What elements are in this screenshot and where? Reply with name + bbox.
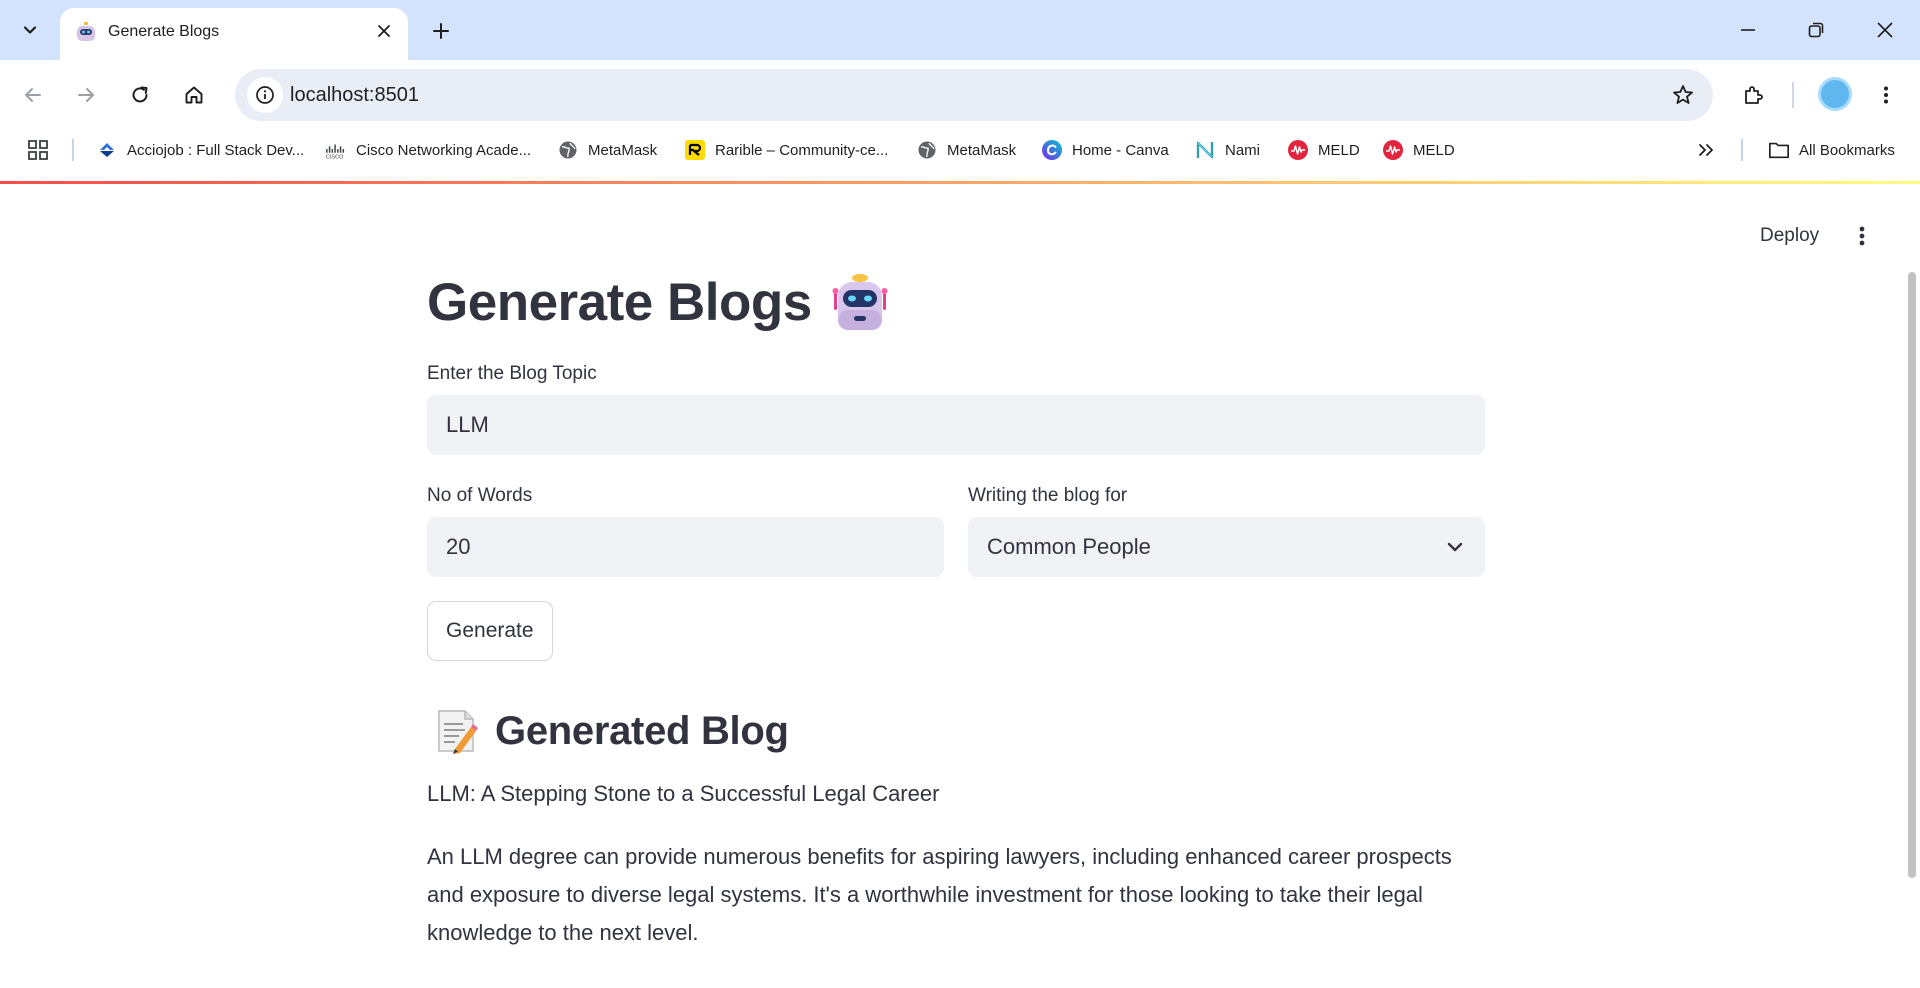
meld-icon	[1382, 139, 1404, 161]
acciojob-icon	[96, 139, 118, 161]
arrow-left-icon	[25, 88, 41, 102]
home-button[interactable]	[174, 75, 214, 115]
plus-icon	[433, 23, 449, 39]
topic-input[interactable]: LLM	[427, 395, 1485, 455]
bookmark-label: MELD	[1318, 141, 1360, 159]
star-icon	[1673, 85, 1693, 104]
bookmarks-bar: Acciojob : Full Stack Dev... CISCO Cisco…	[0, 130, 1920, 170]
extensions-button[interactable]	[1734, 75, 1774, 115]
address-bar[interactable]: localhost:8501	[235, 69, 1713, 121]
info-icon	[256, 86, 274, 104]
blog-body: An LLM degree can provide numerous benef…	[427, 844, 1452, 945]
generate-button[interactable]: Generate	[427, 601, 553, 661]
topic-label: Enter the Blog Topic	[427, 363, 597, 384]
double-chevron-right-icon	[1699, 144, 1713, 156]
active-tab[interactable]: Generate Blogs	[60, 8, 408, 60]
words-label: No of Words	[427, 485, 533, 506]
bookmark-label: Acciojob : Full Stack Dev...	[127, 141, 305, 159]
page-title: Generate Blogs	[427, 260, 1485, 345]
forward-button[interactable]	[66, 75, 106, 115]
main-menu-button[interactable]	[1844, 220, 1880, 252]
browser-toolbar: localhost:8501	[0, 60, 1920, 130]
audience-label: Writing the blog for	[968, 485, 1128, 506]
bookmark-cisco[interactable]: CISCO Cisco Networking Acade...	[325, 138, 531, 162]
bookmark-label: MetaMask	[588, 141, 658, 159]
back-button[interactable]	[13, 75, 53, 115]
bookmark-rarible[interactable]: Rarible – Community-ce...	[684, 138, 888, 162]
cisco-icon: CISCO	[325, 139, 347, 161]
blog-title: LLM: A Stepping Stone to a Successful Le…	[427, 781, 940, 806]
svg-text:CISCO: CISCO	[326, 155, 344, 160]
bookmark-label: MELD	[1413, 141, 1455, 159]
meld-icon	[1287, 139, 1309, 161]
folder-icon	[1768, 139, 1790, 161]
close-window-button[interactable]	[1860, 10, 1910, 50]
url-text[interactable]: localhost:8501	[290, 84, 419, 107]
puzzle-icon	[1745, 86, 1763, 104]
all-bookmarks-label: All Bookmarks	[1799, 141, 1895, 159]
bookmark-acciojob[interactable]: Acciojob : Full Stack Dev...	[96, 138, 304, 162]
bookmark-meld-2[interactable]: MELD	[1382, 138, 1455, 162]
chevron-down-icon	[1447, 542, 1463, 552]
audience-select[interactable]: Common People	[968, 517, 1485, 577]
tab-search-button[interactable]	[10, 12, 50, 48]
arrow-right-icon	[78, 88, 94, 102]
canva-icon	[1041, 139, 1063, 161]
bookmark-meld[interactable]: MELD	[1287, 138, 1360, 162]
restore-icon	[1808, 22, 1824, 38]
tab-title: Generate Blogs	[108, 23, 220, 40]
browser-menu-button[interactable]	[1866, 75, 1906, 115]
memo-emoji-icon	[438, 710, 478, 754]
new-tab-button[interactable]	[424, 14, 458, 48]
tab-close-button[interactable]	[370, 17, 398, 45]
more-vertical-icon	[1859, 226, 1865, 246]
generated-blog-heading-text: Generated Blog	[495, 708, 789, 753]
generated-blog-heading: Generated Blog	[427, 701, 1485, 761]
header-decoration	[0, 181, 1920, 184]
chevron-down-icon	[23, 26, 37, 34]
bookmark-metamask-2[interactable]: MetaMask	[916, 138, 1016, 162]
minimize-button[interactable]	[1723, 10, 1773, 50]
bookmark-nami[interactable]: Nami	[1194, 138, 1260, 162]
reload-icon	[132, 86, 148, 103]
page-title-text: Generate Blogs	[427, 273, 812, 332]
site-info-button[interactable]	[247, 77, 283, 113]
all-bookmarks-button[interactable]: All Bookmarks	[1768, 138, 1895, 162]
reload-button[interactable]	[120, 75, 160, 115]
deploy-button[interactable]: Deploy	[1744, 220, 1835, 252]
profile-avatar[interactable]	[1818, 77, 1852, 111]
globe-icon	[916, 139, 938, 161]
bookmarks-separator	[72, 139, 74, 161]
robot-favicon-icon	[77, 22, 95, 41]
bookmark-metamask[interactable]: MetaMask	[557, 138, 657, 162]
audience-selected-value: Common People	[987, 534, 1151, 559]
bookmark-label: Rarible – Community-ce...	[715, 141, 889, 159]
more-bookmarks-button[interactable]	[1696, 138, 1716, 162]
restore-button[interactable]	[1791, 10, 1841, 50]
apps-grid-icon[interactable]	[26, 138, 50, 162]
home-icon	[185, 86, 203, 104]
page-scrollbar[interactable]	[1908, 272, 1916, 878]
more-vertical-icon	[1884, 86, 1888, 104]
close-icon	[378, 25, 390, 37]
robot-emoji-icon	[832, 273, 888, 330]
bookmark-label: Nami	[1225, 141, 1261, 159]
words-number-input[interactable]: 20	[427, 517, 944, 577]
rarible-icon	[684, 139, 706, 161]
nami-icon	[1194, 139, 1216, 161]
bookmarks-separator	[1741, 139, 1743, 161]
globe-icon	[557, 139, 579, 161]
main-content: Generate Blogs Enter the Blog Topic LLM …	[427, 260, 1485, 952]
bookmark-star-button[interactable]	[1669, 81, 1697, 109]
minimize-icon	[1741, 29, 1755, 31]
bookmark-label: Cisco Networking Acade...	[356, 141, 532, 159]
bookmark-label: MetaMask	[947, 141, 1017, 159]
close-icon	[1877, 22, 1893, 38]
tab-strip: Generate Blogs	[0, 0, 1920, 60]
bookmark-canva[interactable]: Home - Canva	[1041, 138, 1169, 162]
toolbar-divider	[1792, 82, 1794, 108]
bookmark-label: Home - Canva	[1072, 141, 1169, 159]
